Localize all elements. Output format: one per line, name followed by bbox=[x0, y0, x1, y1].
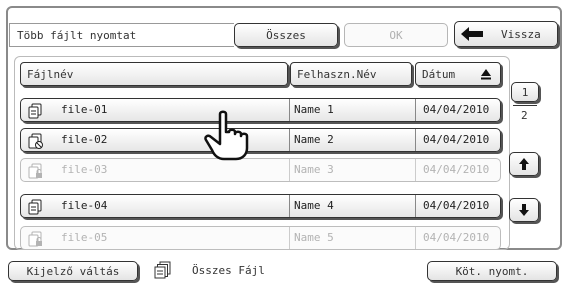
file-date: 04/04/2010 bbox=[415, 195, 489, 217]
scroll-up-button[interactable] bbox=[509, 152, 539, 176]
file-row[interactable]: file-04 Name 4 04/04/2010 bbox=[20, 194, 501, 218]
file-name: file-04 bbox=[61, 199, 108, 212]
print-job-locked-icon bbox=[28, 163, 42, 179]
file-date: 04/04/2010 bbox=[415, 99, 489, 121]
back-button[interactable]: Vissza bbox=[454, 21, 558, 47]
scroll-down-button[interactable] bbox=[509, 198, 539, 222]
user-name: Name 5 bbox=[289, 227, 415, 249]
multi-file-icon bbox=[154, 261, 171, 279]
user-name: Name 2 bbox=[289, 129, 415, 151]
file-date: 04/04/2010 bbox=[415, 227, 489, 249]
user-name: Name 3 bbox=[289, 159, 415, 181]
column-header-date-label: Dátum bbox=[422, 68, 456, 81]
column-header-filename[interactable]: Fájlnév bbox=[20, 62, 288, 86]
page-title: Több fájlt nyomtat bbox=[9, 23, 234, 47]
hand-pointer-icon bbox=[204, 110, 249, 161]
print-job-blocked-icon bbox=[28, 133, 43, 149]
select-all-button[interactable]: Összes bbox=[234, 23, 338, 47]
file-row: file-05 Name 5 04/04/2010 bbox=[20, 226, 501, 250]
file-date: 04/04/2010 bbox=[415, 159, 489, 181]
print-job-icon bbox=[28, 103, 42, 119]
user-name: Name 4 bbox=[289, 195, 415, 217]
file-name: file-03 bbox=[61, 163, 108, 176]
column-header-username[interactable]: Felhaszn.Név bbox=[290, 62, 412, 86]
sort-ascending-icon bbox=[481, 69, 491, 80]
file-row[interactable]: file-01 Name 1 04/04/2010 bbox=[20, 98, 501, 122]
file-name: file-02 bbox=[61, 133, 108, 146]
file-date: 04/04/2010 bbox=[415, 129, 489, 151]
user-name: Name 1 bbox=[289, 99, 415, 121]
file-name: file-05 bbox=[61, 231, 108, 244]
file-name: file-01 bbox=[61, 103, 108, 116]
file-row: file-03 Name 3 04/04/2010 bbox=[20, 158, 501, 182]
batch-print-button[interactable]: Köt. nyomt. bbox=[427, 261, 557, 281]
display-switch-button[interactable]: Kijelző váltás bbox=[8, 261, 138, 281]
arrow-left-icon bbox=[461, 27, 483, 41]
print-job-icon bbox=[28, 199, 42, 215]
print-job-locked-icon bbox=[28, 231, 42, 247]
total-pages: 2 bbox=[521, 109, 528, 122]
arrow-down-icon bbox=[519, 204, 529, 216]
page-number-button[interactable]: 1 bbox=[511, 82, 539, 102]
file-row[interactable]: file-02 Name 2 04/04/2010 bbox=[20, 128, 501, 152]
ok-button[interactable]: OK bbox=[344, 23, 448, 47]
arrow-up-icon bbox=[519, 158, 529, 170]
column-header-date[interactable]: Dátum bbox=[415, 62, 501, 86]
all-files-label: Összes Fájl bbox=[192, 264, 265, 277]
back-button-label: Vissza bbox=[501, 27, 541, 41]
page-divider bbox=[513, 105, 537, 106]
